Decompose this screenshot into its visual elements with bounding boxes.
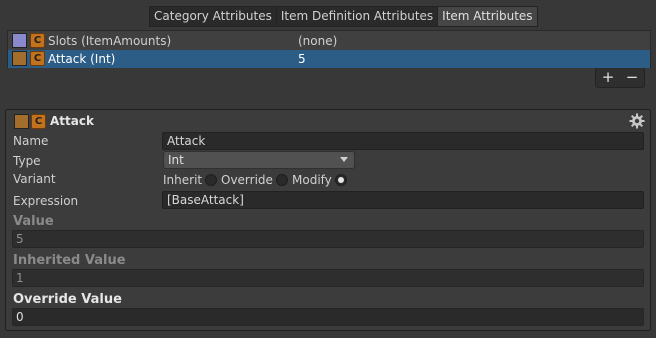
attribute-list: C Slots (ItemAmounts) (none) C Attack (I… [7,30,651,68]
override-value-title: Override Value [13,292,122,307]
variant-option-inherit[interactable]: Inherit [163,171,218,189]
radio-button[interactable] [205,174,218,186]
variant-option-label: Override [221,173,273,187]
tab-item-attributes[interactable]: Item Attributes [437,6,538,27]
add-attribute-button[interactable]: + [596,68,620,87]
value-section-title: Value [13,214,54,229]
radio-button-selected[interactable] [334,174,347,186]
variant-option-override[interactable]: Override [221,171,288,189]
override-value-input[interactable]: 0 [12,308,644,326]
expression-label: Expression [13,194,79,208]
tab-item-definition-attributes[interactable]: Item Definition Attributes [275,6,438,27]
attribute-name: Attack (Int) [48,52,116,66]
name-label: Name [13,134,49,148]
variant-option-label: Modify [292,173,332,187]
list-add-remove: + − [595,68,645,88]
c-class-icon: C [30,51,45,66]
c-class-icon: C [30,33,45,48]
attribute-tabs: Category Attributes Item Definition Attr… [149,6,538,27]
tab-category-attributes[interactable]: Category Attributes [149,6,276,27]
remove-attribute-button[interactable]: − [620,68,644,87]
attribute-name: Slots (ItemAmounts) [48,34,172,48]
type-label: Type [13,154,41,168]
variant-label: Variant [13,172,56,186]
expression-input[interactable]: [BaseAttack] [162,191,644,209]
attribute-row-attack[interactable]: C Attack (Int) 5 [8,50,650,68]
c-class-icon: C [31,114,46,129]
variant-option-label: Inherit [163,173,203,187]
value-field: 5 [12,230,644,248]
variant-option-modify[interactable]: Modify [292,171,347,189]
gear-icon[interactable] [629,113,645,129]
chevron-down-icon [340,157,348,162]
attribute-value: (none) [298,34,338,48]
color-swatch [12,33,27,48]
type-dropdown-value: Int [168,153,184,167]
attribute-value: 5 [298,52,306,66]
color-swatch [12,51,27,66]
radio-button[interactable] [275,174,288,186]
attribute-row-slots[interactable]: C Slots (ItemAmounts) (none) [8,32,650,50]
color-swatch [14,114,29,129]
detail-title: Attack [50,114,94,128]
name-input[interactable]: Attack [162,132,644,150]
type-dropdown[interactable]: Int [163,151,355,169]
inherited-value-title: Inherited Value [13,253,126,268]
inherited-value-field: 1 [12,269,644,287]
